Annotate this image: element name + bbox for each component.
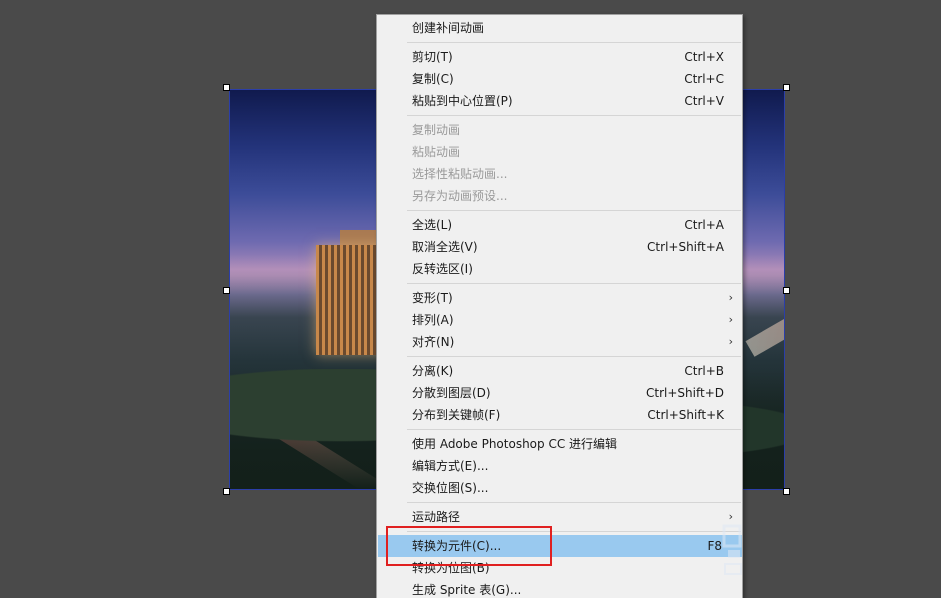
menu-item-label: 分离(K) (412, 364, 454, 378)
transform-handle-top-left[interactable] (223, 84, 230, 91)
menu-item-shortcut: Ctrl+C (684, 72, 724, 86)
menu-item-label: 剪切(T) (412, 50, 453, 64)
menu-item-shortcut: Ctrl+B (684, 364, 724, 378)
menu-item-label: 复制(C) (412, 72, 454, 86)
menu-item-shortcut: Ctrl+V (684, 94, 724, 108)
menu-item-select-all[interactable]: 全选(L) Ctrl+A (378, 214, 742, 236)
annotation-highlight-box (386, 526, 552, 566)
menu-item-transform[interactable]: 变形(T) › (378, 287, 742, 309)
menu-item-break-apart[interactable]: 分离(K) Ctrl+B (378, 360, 742, 382)
menu-item-shortcut: F8 (707, 539, 722, 553)
context-menu: 创建补间动画 剪切(T) Ctrl+X 复制(C) Ctrl+C 粘贴到中心位置… (376, 14, 743, 598)
menu-item-paste-motion-special: 选择性粘贴动画... (378, 163, 742, 185)
menu-item-edit-with[interactable]: 编辑方式(E)... (378, 455, 742, 477)
menu-item-label: 交换位图(S)... (412, 481, 489, 495)
menu-item-label: 使用 Adobe Photoshop CC 进行编辑 (412, 437, 618, 451)
menu-item-label: 生成 Sprite 表(G)... (412, 583, 522, 597)
menu-item-shortcut: Ctrl+Shift+K (647, 408, 724, 422)
menu-item-label: 粘贴动画 (412, 145, 461, 159)
transform-handle-bottom-right[interactable] (783, 488, 790, 495)
menu-item-distribute-to-layers[interactable]: 分散到图层(D) Ctrl+Shift+D (378, 382, 742, 404)
stage[interactable]: 创建补间动画 剪切(T) Ctrl+X 复制(C) Ctrl+C 粘贴到中心位置… (0, 0, 941, 598)
menu-item-label: 编辑方式(E)... (412, 459, 489, 473)
menu-item-shortcut: Ctrl+Shift+D (646, 386, 724, 400)
menu-item-label: 排列(A) (412, 313, 454, 327)
menu-item-shortcut: Ctrl+Shift+A (647, 240, 724, 254)
menu-item-arrange[interactable]: 排列(A) › (378, 309, 742, 331)
menu-item-label: 变形(T) (412, 291, 453, 305)
menu-separator (407, 210, 741, 211)
menu-item-label: 选择性粘贴动画... (412, 167, 508, 181)
menu-item-save-as-motion-preset: 另存为动画预设... (378, 185, 742, 207)
menu-item-shortcut: Ctrl+A (684, 218, 724, 232)
menu-item-swap-bitmap[interactable]: 交换位图(S)... (378, 477, 742, 499)
menu-item-edit-with-photoshop[interactable]: 使用 Adobe Photoshop CC 进行编辑 (378, 433, 742, 455)
menu-separator (407, 283, 741, 284)
menu-item-label: 复制动画 (412, 123, 461, 137)
menu-item-label: 粘贴到中心位置(P) (412, 94, 513, 108)
menu-item-copy-motion: 复制动画 (378, 119, 742, 141)
transform-handle-middle-right[interactable] (783, 287, 790, 294)
menu-separator (407, 429, 741, 430)
menu-item-create-motion-tween[interactable]: 创建补间动画 (378, 17, 742, 39)
menu-separator (407, 502, 741, 503)
menu-item-label: 取消全选(V) (412, 240, 478, 254)
chevron-right-icon: › (728, 313, 733, 326)
menu-separator (407, 42, 741, 43)
transform-handle-middle-left[interactable] (223, 287, 230, 294)
transform-handle-bottom-left[interactable] (223, 488, 230, 495)
menu-item-deselect-all[interactable]: 取消全选(V) Ctrl+Shift+A (378, 236, 742, 258)
menu-item-label: 全选(L) (412, 218, 453, 232)
menu-item-label: 运动路径 (412, 510, 461, 524)
menu-item-label: 对齐(N) (412, 335, 455, 349)
menu-item-paste-in-center[interactable]: 粘贴到中心位置(P) Ctrl+V (378, 90, 742, 112)
menu-item-generate-sprite-sheet[interactable]: 生成 Sprite 表(G)... (378, 579, 742, 598)
menu-item-cut[interactable]: 剪切(T) Ctrl+X (378, 46, 742, 68)
menu-item-label: 另存为动画预设... (412, 189, 508, 203)
chevron-right-icon: › (728, 291, 733, 304)
watermark-logo (722, 524, 742, 575)
menu-separator (407, 356, 741, 357)
menu-item-distribute-to-keyframes[interactable]: 分布到关键帧(F) Ctrl+Shift+K (378, 404, 742, 426)
menu-separator (407, 115, 741, 116)
menu-item-label: 分布到关键帧(F) (412, 408, 501, 422)
menu-item-align[interactable]: 对齐(N) › (378, 331, 742, 353)
menu-item-copy[interactable]: 复制(C) Ctrl+C (378, 68, 742, 90)
menu-item-invert-selection[interactable]: 反转选区(I) (378, 258, 742, 280)
menu-item-label: 创建补间动画 (412, 21, 485, 35)
menu-item-motion-path[interactable]: 运动路径 › (378, 506, 742, 528)
chevron-right-icon: › (728, 335, 733, 348)
menu-item-label: 反转选区(I) (412, 262, 473, 276)
menu-item-shortcut: Ctrl+X (684, 50, 724, 64)
menu-item-paste-motion: 粘贴动画 (378, 141, 742, 163)
menu-item-label: 分散到图层(D) (412, 386, 491, 400)
transform-handle-top-right[interactable] (783, 84, 790, 91)
